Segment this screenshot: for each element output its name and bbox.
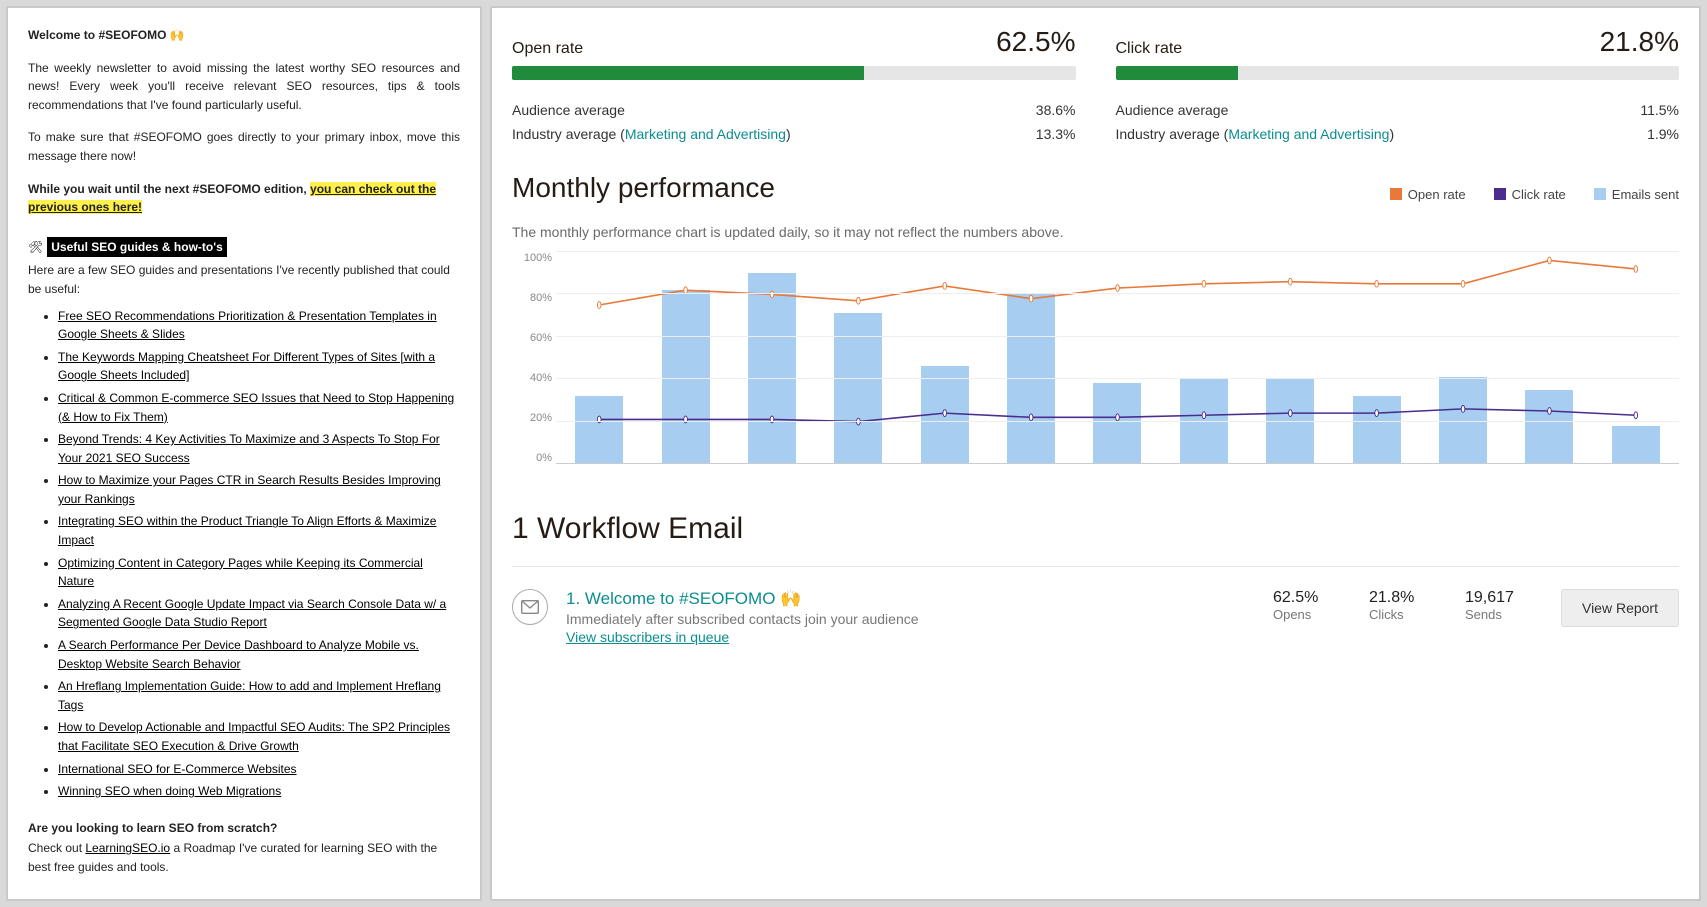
guide-link[interactable]: Integrating SEO within the Product Trian…: [58, 514, 436, 547]
chart-subnote: The monthly performance chart is updated…: [512, 224, 1679, 240]
click-industry-row: Industry average (Marketing and Advertis…: [1116, 122, 1680, 146]
guide-link[interactable]: Analyzing A Recent Google Update Impact …: [58, 597, 446, 630]
guide-link[interactable]: Critical & Common E-commerce SEO Issues …: [58, 391, 454, 424]
guide-link[interactable]: Free SEO Recommendations Prioritization …: [58, 309, 437, 342]
wait-line: While you wait until the next #SEOFOMO e…: [28, 180, 460, 217]
list-item: Analyzing A Recent Google Update Impact …: [58, 595, 460, 632]
click-rate-progress: [1116, 66, 1680, 80]
monthly-performance-title: Monthly performance: [512, 172, 775, 204]
click-aud-label: Audience average: [1116, 102, 1229, 118]
monthly-performance-chart: 100%80%60%40%20%0%: [512, 252, 1679, 482]
legend-sent: Emails sent: [1594, 187, 1679, 202]
view-subscribers-link[interactable]: View subscribers in queue: [566, 629, 729, 645]
open-audience-row: Audience average 38.6%: [512, 98, 1076, 122]
click-rate-value: 21.8%: [1600, 26, 1679, 58]
list-item: How to Develop Actionable and Impactful …: [58, 718, 460, 755]
stat-sends: 19,617 Sends: [1465, 589, 1543, 622]
click-aud-value: 11.5%: [1640, 102, 1679, 118]
industry-link[interactable]: Marketing and Advertising: [625, 126, 786, 142]
guides-list: Free SEO Recommendations Prioritization …: [58, 307, 460, 801]
click-ind-value: 1.9%: [1647, 126, 1679, 142]
chart-plot-area: [556, 252, 1679, 464]
guide-link[interactable]: How to Maximize your Pages CTR in Search…: [58, 473, 441, 506]
learningseo-link[interactable]: LearningSEO.io: [85, 841, 170, 855]
list-item: An Hreflang Implementation Guide: How to…: [58, 677, 460, 714]
view-report-button[interactable]: View Report: [1561, 589, 1679, 627]
workflow-email-desc: Immediately after subscribed contacts jo…: [566, 611, 1255, 627]
click-audience-row: Audience average 11.5%: [1116, 98, 1680, 122]
workflow-section-title: 1 Workflow Email: [512, 512, 1679, 546]
learn-line: Check out LearningSEO.io a Roadmap I've …: [28, 839, 460, 876]
guide-link[interactable]: A Search Performance Per Device Dashboar…: [58, 638, 419, 671]
wait-prefix: While you wait until the next #SEOFOMO e…: [28, 182, 310, 196]
list-item: Optimizing Content in Category Pages whi…: [58, 554, 460, 591]
open-rate-progress: [512, 66, 1076, 80]
guides-section-label: Useful SEO guides & how-to's: [47, 237, 227, 258]
guide-link[interactable]: International SEO for E-Commerce Website…: [58, 762, 297, 776]
list-item: Integrating SEO within the Product Trian…: [58, 512, 460, 549]
list-item: How to Maximize your Pages CTR in Search…: [58, 471, 460, 508]
click-rate-metric: Click rate 21.8% Audience average 11.5% …: [1116, 26, 1680, 146]
click-ind-label: Industry average (Marketing and Advertis…: [1116, 126, 1395, 142]
list-item: Critical & Common E-commerce SEO Issues …: [58, 389, 460, 426]
click-rate-label: Click rate: [1116, 40, 1183, 58]
list-item: International SEO for E-Commerce Website…: [58, 760, 460, 779]
mail-icon: [512, 589, 548, 625]
stat-opens: 62.5% Opens: [1273, 589, 1351, 622]
tools-icon: 🛠: [28, 238, 43, 257]
open-aud-label: Audience average: [512, 102, 625, 118]
open-industry-row: Industry average (Marketing and Advertis…: [512, 122, 1076, 146]
y-axis-labels: 100%80%60%40%20%0%: [512, 252, 552, 464]
guides-section-header: 🛠 Useful SEO guides & how-to's: [28, 231, 460, 258]
guide-link[interactable]: The Keywords Mapping Cheatsheet For Diff…: [58, 350, 435, 383]
metrics-row: Open rate 62.5% Audience average 38.6% I…: [512, 26, 1679, 146]
learn-prefix: Check out: [28, 841, 85, 855]
open-rate-metric: Open rate 62.5% Audience average 38.6% I…: [512, 26, 1076, 146]
list-item: Winning SEO when doing Web Migrations: [58, 782, 460, 801]
chart-legend: Open rate Click rate Emails sent: [1390, 187, 1679, 202]
open-aud-value: 38.6%: [1036, 102, 1076, 118]
open-ind-value: 13.3%: [1036, 126, 1076, 142]
guide-link[interactable]: Beyond Trends: 4 Key Activities To Maxim…: [58, 432, 440, 465]
analytics-panel: Open rate 62.5% Audience average 38.6% I…: [490, 6, 1701, 901]
newsletter-intro: The weekly newsletter to avoid missing t…: [28, 59, 460, 115]
inbox-note: To make sure that #SEOFOMO goes directly…: [28, 128, 460, 165]
legend-click: Click rate: [1494, 187, 1566, 202]
guide-link[interactable]: Winning SEO when doing Web Migrations: [58, 784, 281, 798]
open-ind-label: Industry average (Marketing and Advertis…: [512, 126, 791, 142]
workflow-email-name[interactable]: 1. Welcome to #SEOFOMO 🙌: [566, 589, 1255, 609]
list-item: The Keywords Mapping Cheatsheet For Diff…: [58, 348, 460, 385]
open-rate-value: 62.5%: [996, 26, 1075, 58]
list-item: Free SEO Recommendations Prioritization …: [58, 307, 460, 344]
guides-intro: Here are a few SEO guides and presentati…: [28, 261, 460, 298]
newsletter-preview-panel: Welcome to #SEOFOMO 🙌 The weekly newslet…: [6, 6, 482, 901]
legend-open: Open rate: [1390, 187, 1466, 202]
industry-link[interactable]: Marketing and Advertising: [1228, 126, 1389, 142]
guide-link[interactable]: An Hreflang Implementation Guide: How to…: [58, 679, 441, 712]
list-item: A Search Performance Per Device Dashboar…: [58, 636, 460, 673]
open-rate-label: Open rate: [512, 40, 583, 58]
stat-clicks: 21.8% Clicks: [1369, 589, 1447, 622]
guide-link[interactable]: Optimizing Content in Category Pages whi…: [58, 556, 423, 589]
workflow-main: 1. Welcome to #SEOFOMO 🙌 Immediately aft…: [566, 589, 1255, 645]
newsletter-title: Welcome to #SEOFOMO 🙌: [28, 26, 460, 45]
workflow-email-row: 1. Welcome to #SEOFOMO 🙌 Immediately aft…: [512, 566, 1679, 645]
learn-question: Are you looking to learn SEO from scratc…: [28, 819, 460, 838]
guide-link[interactable]: How to Develop Actionable and Impactful …: [58, 720, 450, 753]
list-item: Beyond Trends: 4 Key Activities To Maxim…: [58, 430, 460, 467]
